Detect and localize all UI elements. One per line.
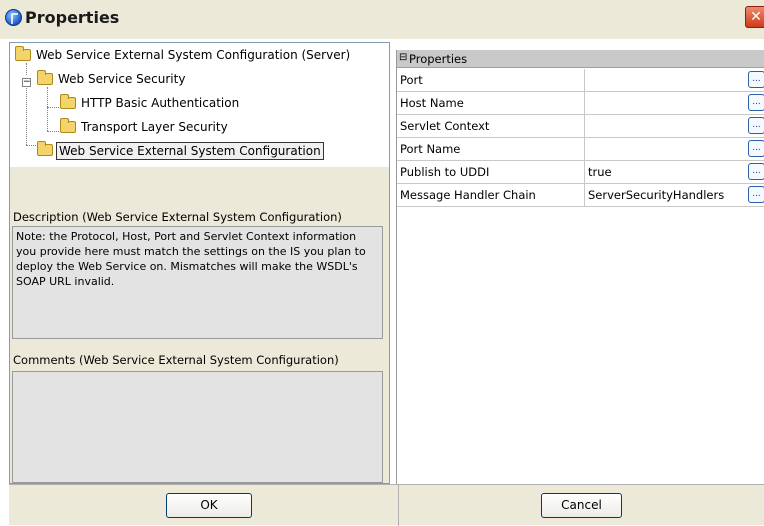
description-textbox[interactable]: Note: the Protocol, Host, Port and Servl… xyxy=(12,226,383,339)
details-panel: Description (Web Service External System… xyxy=(10,167,389,483)
property-name: Port xyxy=(400,73,423,87)
description-label: Description (Web Service External System… xyxy=(13,210,342,224)
column-divider xyxy=(584,161,585,183)
ellipsis-button[interactable]: ... xyxy=(748,163,764,180)
cancel-button[interactable]: Cancel xyxy=(541,493,622,518)
property-name: Servlet Context xyxy=(400,119,490,133)
ellipsis-button[interactable]: ... xyxy=(748,71,764,88)
tree-connector xyxy=(26,83,27,145)
column-divider xyxy=(584,184,585,206)
tree-connector xyxy=(47,107,59,108)
tree-connector xyxy=(26,145,36,146)
configuration-tree: Web Service External System Configuratio… xyxy=(10,43,389,167)
tree-item-label: Transport Layer Security xyxy=(81,120,228,134)
property-row-host-name[interactable]: Host Name ... xyxy=(397,92,764,115)
ellipsis-button[interactable]: ... xyxy=(748,140,764,157)
window-title: Properties xyxy=(25,8,120,27)
tree-item-label: Web Service Security xyxy=(58,72,186,86)
property-row-port-name[interactable]: Port Name ... xyxy=(397,138,764,161)
tree-connector xyxy=(47,131,59,132)
tree-item-label: Web Service External System Configuratio… xyxy=(36,48,351,62)
column-divider xyxy=(584,69,585,91)
property-name: Publish to UDDI xyxy=(400,165,490,179)
property-name: Message Handler Chain xyxy=(400,188,536,202)
properties-window-icon xyxy=(5,9,22,26)
property-name: Host Name xyxy=(400,96,464,110)
button-bar: OK Cancel xyxy=(9,484,764,526)
properties-header-label: Properties xyxy=(409,52,468,66)
folder-icon xyxy=(60,94,76,109)
folder-icon xyxy=(37,70,53,85)
property-row-port[interactable]: Port ... xyxy=(397,69,764,92)
tree-item-label: HTTP Basic Authentication xyxy=(81,96,240,110)
property-value[interactable]: true xyxy=(588,165,612,179)
close-button[interactable]: ✕ xyxy=(745,6,764,28)
tree-connector xyxy=(26,63,27,75)
property-name: Port Name xyxy=(400,142,461,156)
column-divider xyxy=(584,138,585,160)
comments-textbox[interactable] xyxy=(12,371,383,483)
folder-icon xyxy=(37,141,53,156)
folder-icon xyxy=(60,118,76,133)
ellipsis-button[interactable]: ... xyxy=(748,186,764,203)
properties-grid: ⊟ Properties Port ... Host Name ... Serv… xyxy=(396,50,764,484)
ellipsis-button[interactable]: ... xyxy=(748,94,764,111)
properties-header[interactable]: ⊟ Properties xyxy=(397,50,764,68)
tree-connector xyxy=(47,87,48,131)
property-row-publish-to-uddi[interactable]: Publish to UDDI true ... xyxy=(397,161,764,184)
tree-item-label-selected: Web Service External System Configuratio… xyxy=(56,142,324,160)
property-row-servlet-context[interactable]: Servlet Context ... xyxy=(397,115,764,138)
property-row-message-handler-chain[interactable]: Message Handler Chain ServerSecurityHand… xyxy=(397,184,764,207)
bottom-divider xyxy=(398,485,399,526)
property-value[interactable]: ServerSecurityHandlers xyxy=(588,188,724,202)
collapse-icon[interactable]: ⊟ xyxy=(399,52,407,63)
comments-label: Comments (Web Service External System Co… xyxy=(13,353,339,367)
title-bar: Properties ✕ xyxy=(0,0,764,39)
ok-button[interactable]: OK xyxy=(166,493,252,518)
column-divider xyxy=(584,92,585,114)
left-pane: Web Service External System Configuratio… xyxy=(9,42,390,484)
ellipsis-button[interactable]: ... xyxy=(748,117,764,134)
folder-icon xyxy=(15,46,31,61)
tree-collapse-toggle[interactable]: − xyxy=(22,78,31,87)
column-divider xyxy=(584,115,585,137)
